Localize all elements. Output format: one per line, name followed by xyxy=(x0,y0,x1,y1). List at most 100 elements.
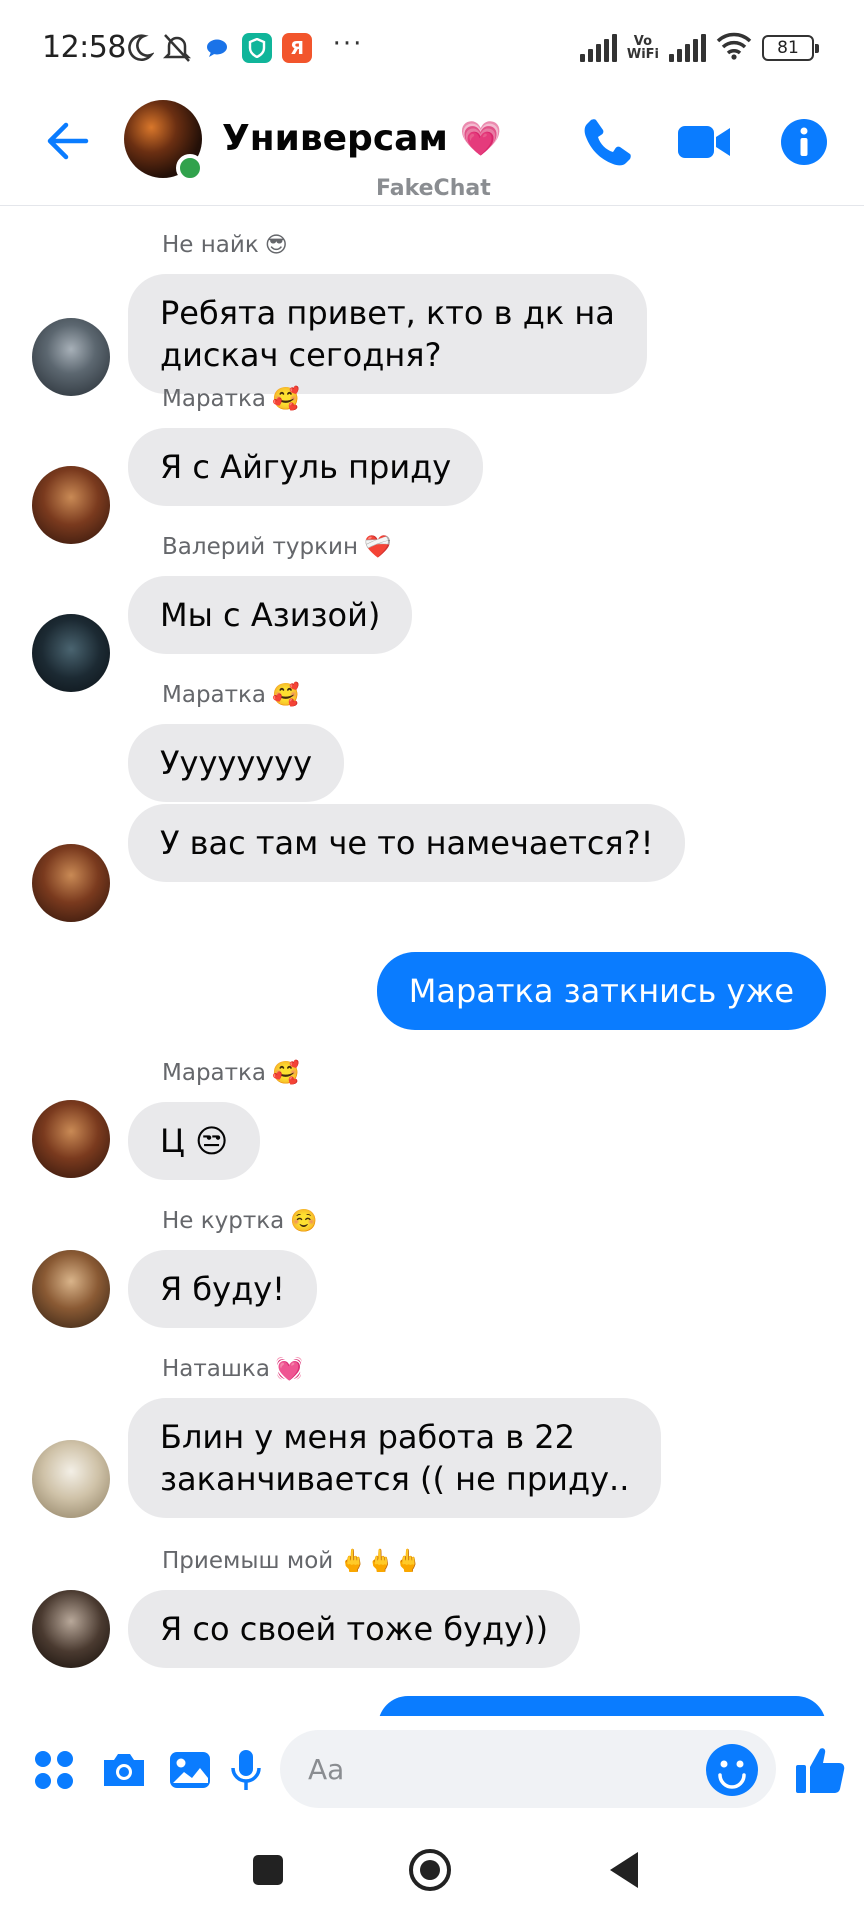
home-button[interactable] xyxy=(402,1842,458,1898)
back-button[interactable] xyxy=(40,116,94,166)
composer-bar xyxy=(0,1716,864,1820)
microphone-button[interactable] xyxy=(222,1746,270,1794)
call-button[interactable] xyxy=(578,112,638,172)
heart-emoji: 💗 xyxy=(459,118,503,159)
wifi-icon xyxy=(716,32,752,64)
camera-button[interactable] xyxy=(100,1746,148,1794)
sender-name-text: Не найк xyxy=(162,232,259,258)
message-text-line: Уууууууу xyxy=(160,744,313,782)
vowifi-bottom: WiFi xyxy=(626,47,659,62)
shield-app-icon xyxy=(242,33,272,63)
message-text-line: Я с Айгуль приду xyxy=(160,448,452,486)
message-text-line: Мы с Азизой) xyxy=(160,596,381,634)
sender-name-text: Не куртка xyxy=(162,1208,285,1234)
sender-emoji: 🥰 xyxy=(272,683,300,708)
square-icon xyxy=(253,1855,283,1885)
sender-emoji: 💓 xyxy=(275,1357,304,1382)
message-text-line: Ребята привет, кто в дк на xyxy=(160,294,615,332)
chat-header: Универсам 💗 FakeChat xyxy=(0,96,864,206)
outgoing-message-bubble[interactable]: Маратка заткнись уже xyxy=(376,952,826,1030)
message-list[interactable]: Не найк 😎 Ребята привет, кто в дк на диск… xyxy=(0,208,864,1716)
apps-button[interactable] xyxy=(30,1746,78,1794)
sender-name: Маратка 🥰 xyxy=(162,682,299,708)
yandex-app-icon: Я xyxy=(282,33,312,63)
info-button[interactable] xyxy=(774,112,834,172)
avatar[interactable] xyxy=(32,844,110,922)
status-time: 12:58 xyxy=(42,30,126,65)
more-notifications-icon: ··· xyxy=(332,29,364,59)
like-button[interactable] xyxy=(792,1742,848,1798)
video-call-button[interactable] xyxy=(674,112,734,172)
gallery-button[interactable] xyxy=(166,1746,214,1794)
message-bubble[interactable]: Я буду! xyxy=(128,1250,317,1328)
message-text-line: Маратка заткнись уже xyxy=(408,972,794,1010)
moon-icon xyxy=(124,30,156,66)
sender-name-text: Валерий туркин xyxy=(162,534,359,560)
message-text-line: У вас там че то намечается?! xyxy=(160,824,654,862)
smiley-icon xyxy=(718,1760,746,1789)
sender-emoji: 🥰 xyxy=(272,387,300,412)
chat-title[interactable]: Универсам 💗 xyxy=(222,118,502,159)
sender-name-text: Маратка xyxy=(162,1060,267,1086)
message-bubble[interactable]: Блин у меня работа в 22 заканчивается ((… xyxy=(128,1398,662,1518)
vowifi-label: Vo WiFi xyxy=(627,35,659,61)
message-bubble[interactable]: Ц 😒 xyxy=(128,1102,261,1180)
triangle-back-icon xyxy=(610,1852,638,1888)
phone-icon xyxy=(584,119,631,166)
message-bubble[interactable]: Я со своей тоже буду)) xyxy=(128,1590,581,1668)
message-bubble[interactable]: Уууууууу xyxy=(128,724,345,802)
chat-bubble-icon xyxy=(204,30,230,66)
camera-icon xyxy=(104,1754,144,1786)
avatar[interactable] xyxy=(32,614,110,692)
sender-emoji: ❤️‍🩹 xyxy=(364,535,392,560)
recents-button[interactable] xyxy=(240,1842,296,1898)
status-indicators: Vo WiFi 81 xyxy=(579,28,819,68)
arrow-left-icon xyxy=(47,122,89,160)
message-text-line: дискач сегодня? xyxy=(160,336,442,374)
emoji-button[interactable] xyxy=(706,1744,758,1796)
sender-name-text: Приемыш мой xyxy=(162,1548,334,1574)
home-circle-icon xyxy=(409,1849,451,1891)
signal-icon xyxy=(579,34,617,62)
message-text-line: Ц 😒 xyxy=(160,1122,229,1160)
avatar[interactable] xyxy=(32,318,110,396)
outgoing-message-bubble-partial[interactable] xyxy=(378,1696,826,1716)
thumbs-up-icon xyxy=(796,1748,845,1793)
sender-emoji: ☺️ xyxy=(290,1209,318,1234)
message-bubble[interactable]: Мы с Азизой) xyxy=(128,576,413,654)
sender-name: Наташка 💓 xyxy=(162,1356,303,1382)
microphone-icon xyxy=(231,1750,261,1790)
sender-name: Не куртка ☺️ xyxy=(162,1208,318,1234)
message-text-line: Я со своей тоже буду)) xyxy=(160,1610,549,1648)
sender-emoji: 🖕🖕🖕 xyxy=(339,1549,422,1574)
system-back-button[interactable] xyxy=(596,1842,652,1898)
system-nav-bar xyxy=(0,1820,864,1920)
avatar[interactable] xyxy=(32,466,110,544)
avatar[interactable] xyxy=(32,1100,110,1178)
message-text-line: Блин у меня работа в 22 xyxy=(160,1418,575,1456)
message-bubble[interactable]: У вас там че то намечается?! xyxy=(128,804,686,882)
avatar[interactable] xyxy=(32,1590,110,1668)
message-text-line: Я буду! xyxy=(160,1270,285,1308)
sender-emoji: 🥰 xyxy=(272,1061,300,1086)
video-camera-icon xyxy=(678,126,730,158)
avatar[interactable] xyxy=(32,1440,110,1518)
message-input[interactable] xyxy=(280,1730,776,1808)
four-dots-icon xyxy=(35,1751,73,1789)
avatar[interactable] xyxy=(32,1250,110,1328)
message-bubble[interactable]: Я с Айгуль приду xyxy=(128,428,484,506)
image-icon xyxy=(170,1752,210,1788)
bell-muted-icon xyxy=(160,30,194,66)
sender-name: Маратка 🥰 xyxy=(162,1060,299,1086)
sender-name: Не найк 😎 xyxy=(162,232,288,258)
status-bar: 12:58 Я ··· Vo WiFi 81 xyxy=(0,0,864,96)
sender-emoji: 😎 xyxy=(264,233,288,258)
watermark: FakeChat xyxy=(376,176,491,201)
sender-name-text: Маратка xyxy=(162,682,267,708)
sender-name: Приемыш мой 🖕🖕🖕 xyxy=(162,1548,421,1574)
info-icon xyxy=(781,119,827,165)
signal-2-icon xyxy=(669,34,706,62)
message-text-line: заканчивается (( не приду.. xyxy=(160,1460,630,1498)
message-bubble[interactable]: Ребята привет, кто в дк на дискач сегодн… xyxy=(128,274,647,394)
online-status-dot xyxy=(176,154,204,182)
